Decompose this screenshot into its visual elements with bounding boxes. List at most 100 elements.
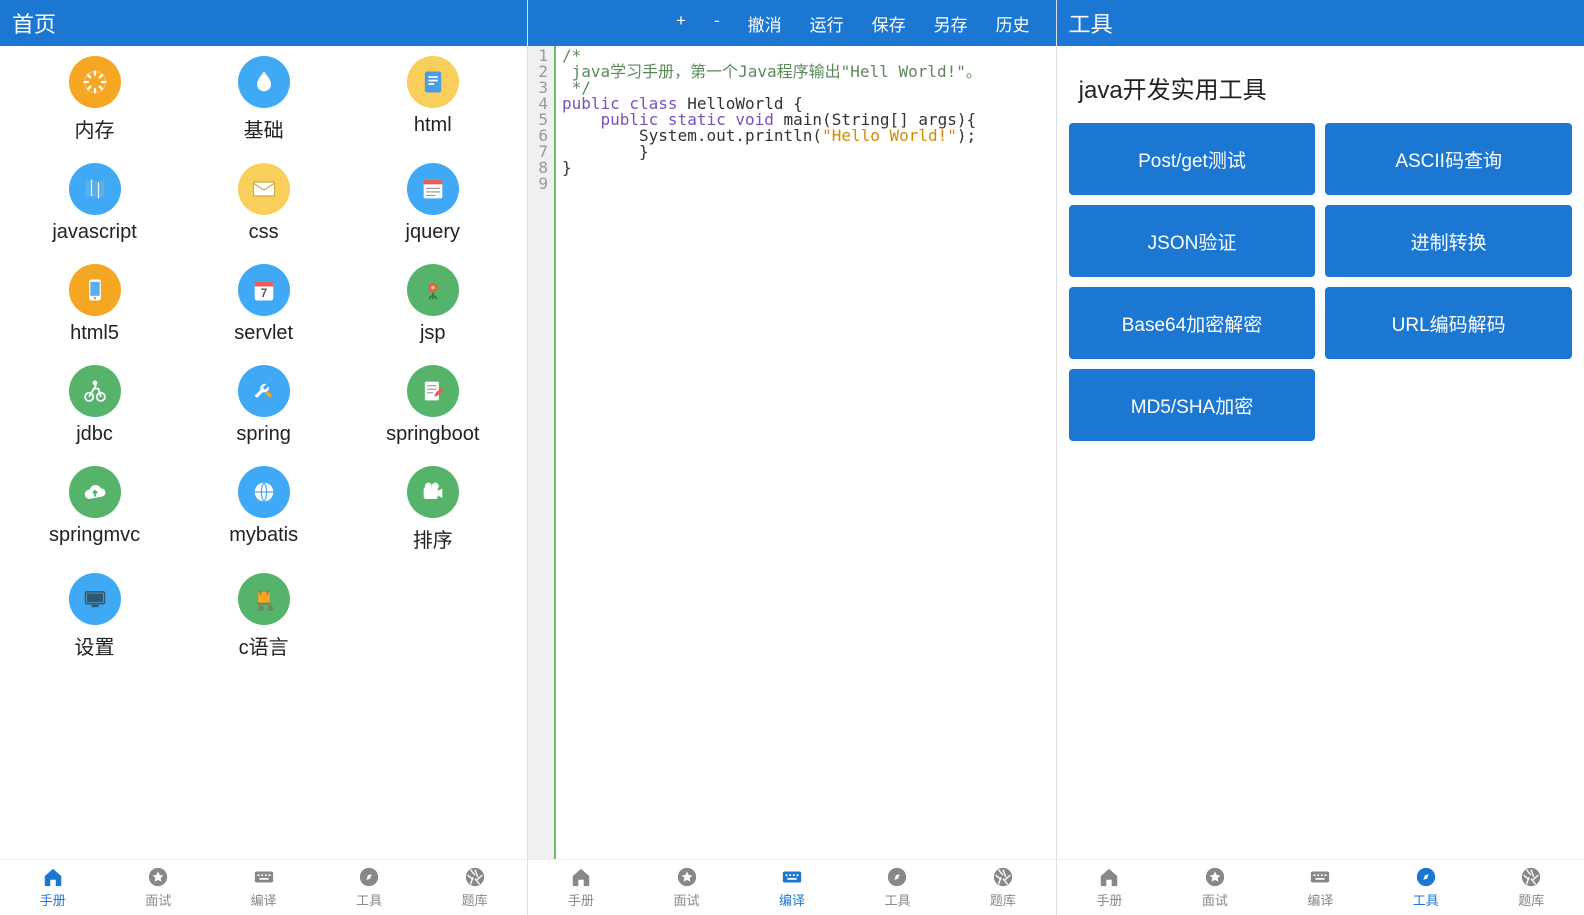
editor-actions: + - 撤消 运行 保存 另存 历史: [662, 11, 1044, 36]
nav-编译[interactable]: 编译: [739, 860, 844, 915]
grid-item-javascript[interactable]: javascript: [10, 163, 179, 244]
home-title: 首页: [12, 7, 56, 39]
compass-icon: [886, 866, 908, 888]
tools-icon: [238, 365, 290, 417]
home-icon: [42, 866, 64, 888]
grid-item-jsp[interactable]: jsp: [348, 264, 517, 345]
nav-面试[interactable]: 面试: [634, 860, 739, 915]
compass-icon: [1415, 866, 1437, 888]
loading-icon: [69, 56, 121, 108]
nav-手册[interactable]: 手册: [0, 860, 105, 915]
editor-action--[interactable]: -: [714, 11, 720, 36]
flower-icon: [407, 264, 459, 316]
page-icon: [407, 163, 459, 215]
tool-进制转换[interactable]: 进制转换: [1325, 205, 1572, 277]
video-icon: [407, 466, 459, 518]
grid-label: spring: [236, 423, 290, 446]
category-grid: 内存基础htmljavascriptcssjqueryhtml5servletj…: [0, 46, 527, 915]
keyboard-icon: [253, 866, 275, 888]
bottom-nav-3: 手册面试 编译 工具 题库: [1057, 859, 1584, 915]
nav-label: 工具: [1413, 890, 1439, 909]
nav-工具[interactable]: 工具: [316, 860, 421, 915]
grid-label: jsp: [420, 322, 446, 345]
tool-MD5/SHA加密[interactable]: MD5/SHA加密: [1069, 369, 1316, 441]
keyboard-icon: [781, 866, 803, 888]
grid-item-mybatis[interactable]: mybatis: [179, 466, 348, 553]
tool-ASCII码查询[interactable]: ASCII码查询: [1325, 123, 1572, 195]
editor-action-历史[interactable]: 历史: [996, 11, 1030, 36]
editor-action-另存[interactable]: 另存: [934, 11, 968, 36]
nav-label: 题库: [1518, 890, 1544, 909]
grid-label: springboot: [386, 423, 479, 446]
nav-label: 工具: [356, 890, 382, 909]
nav-面试[interactable]: 面试: [105, 860, 210, 915]
nav-编译[interactable]: 编译: [1268, 860, 1373, 915]
mail-icon: [238, 163, 290, 215]
nav-label: 编译: [779, 890, 805, 909]
editor-action-运行[interactable]: 运行: [810, 11, 844, 36]
star-icon: [1204, 866, 1226, 888]
grid-item-html[interactable]: html: [348, 56, 517, 143]
editor-action-撤消[interactable]: 撤消: [748, 11, 782, 36]
grid-item-servlet[interactable]: servlet: [179, 264, 348, 345]
editor-action-保存[interactable]: 保存: [872, 11, 906, 36]
nav-label: 编译: [1307, 890, 1333, 909]
grid-label: jquery: [406, 221, 460, 244]
grid-label: 设置: [75, 631, 115, 660]
cloudup-icon: [69, 466, 121, 518]
grid-item-springboot[interactable]: springboot: [348, 365, 517, 446]
grid-item-排序[interactable]: 排序: [348, 466, 517, 553]
nav-工具[interactable]: 工具: [1373, 860, 1478, 915]
tools-heading: java开发实用工具: [1079, 70, 1562, 105]
nav-label: 手册: [568, 890, 594, 909]
nav-label: 面试: [674, 890, 700, 909]
grid-label: mybatis: [229, 524, 298, 547]
edit-icon: [407, 365, 459, 417]
grid-item-springmvc[interactable]: springmvc: [10, 466, 179, 553]
nav-手册[interactable]: 手册: [528, 860, 633, 915]
tool-Base64加密解密[interactable]: Base64加密解密: [1069, 287, 1316, 359]
nav-label: 编译: [251, 890, 277, 909]
tool-URL编码解码[interactable]: URL编码解码: [1325, 287, 1572, 359]
nav-题库[interactable]: 题库: [422, 860, 527, 915]
grid-item-c语言[interactable]: c语言: [179, 573, 348, 660]
grid-item-html5[interactable]: html5: [10, 264, 179, 345]
nav-label: 工具: [884, 890, 910, 909]
grid-item-css[interactable]: css: [179, 163, 348, 244]
grid-label: html: [414, 114, 452, 137]
grid-item-基础[interactable]: 基础: [179, 56, 348, 143]
nav-面试[interactable]: 面试: [1162, 860, 1267, 915]
bike-icon: [69, 365, 121, 417]
grid-item-jquery[interactable]: jquery: [348, 163, 517, 244]
nav-题库[interactable]: 题库: [1479, 860, 1584, 915]
grid-label: c语言: [239, 631, 289, 660]
nav-工具[interactable]: 工具: [845, 860, 950, 915]
panel-tools: 工具 java开发实用工具 Post/get测试ASCII码查询JSON验证进制…: [1057, 0, 1584, 915]
code-editor[interactable]: 123456789 /* java学习手册，第一个Java程序输出"Hell W…: [528, 46, 1055, 915]
tools-title: 工具: [1069, 7, 1113, 39]
bottom-nav-1: 手册面试编译 工具 题库: [0, 859, 527, 915]
nav-label: 面试: [1202, 890, 1228, 909]
nav-编译[interactable]: 编译: [211, 860, 316, 915]
grid-label: javascript: [52, 221, 136, 244]
nav-label: 题库: [990, 890, 1016, 909]
grid-item-设置[interactable]: 设置: [10, 573, 179, 660]
map-icon: [69, 163, 121, 215]
grid-item-spring[interactable]: spring: [179, 365, 348, 446]
calendar-icon: [238, 264, 290, 316]
nav-手册[interactable]: 手册: [1057, 860, 1162, 915]
star-icon: [676, 866, 698, 888]
nav-题库[interactable]: 题库: [950, 860, 1055, 915]
aperture-icon: [464, 866, 486, 888]
tool-Post/get测试[interactable]: Post/get测试: [1069, 123, 1316, 195]
grid-label: css: [249, 221, 279, 244]
phone-icon: [69, 264, 121, 316]
tool-JSON验证[interactable]: JSON验证: [1069, 205, 1316, 277]
grid-item-jdbc[interactable]: jdbc: [10, 365, 179, 446]
aperture-icon: [1520, 866, 1542, 888]
editor-action-+[interactable]: +: [676, 11, 686, 36]
globe-icon: [238, 466, 290, 518]
grid-label: 内存: [75, 114, 115, 143]
code-content[interactable]: /* java学习手册，第一个Java程序输出"Hell World!"。 */…: [556, 46, 988, 915]
grid-item-内存[interactable]: 内存: [10, 56, 179, 143]
